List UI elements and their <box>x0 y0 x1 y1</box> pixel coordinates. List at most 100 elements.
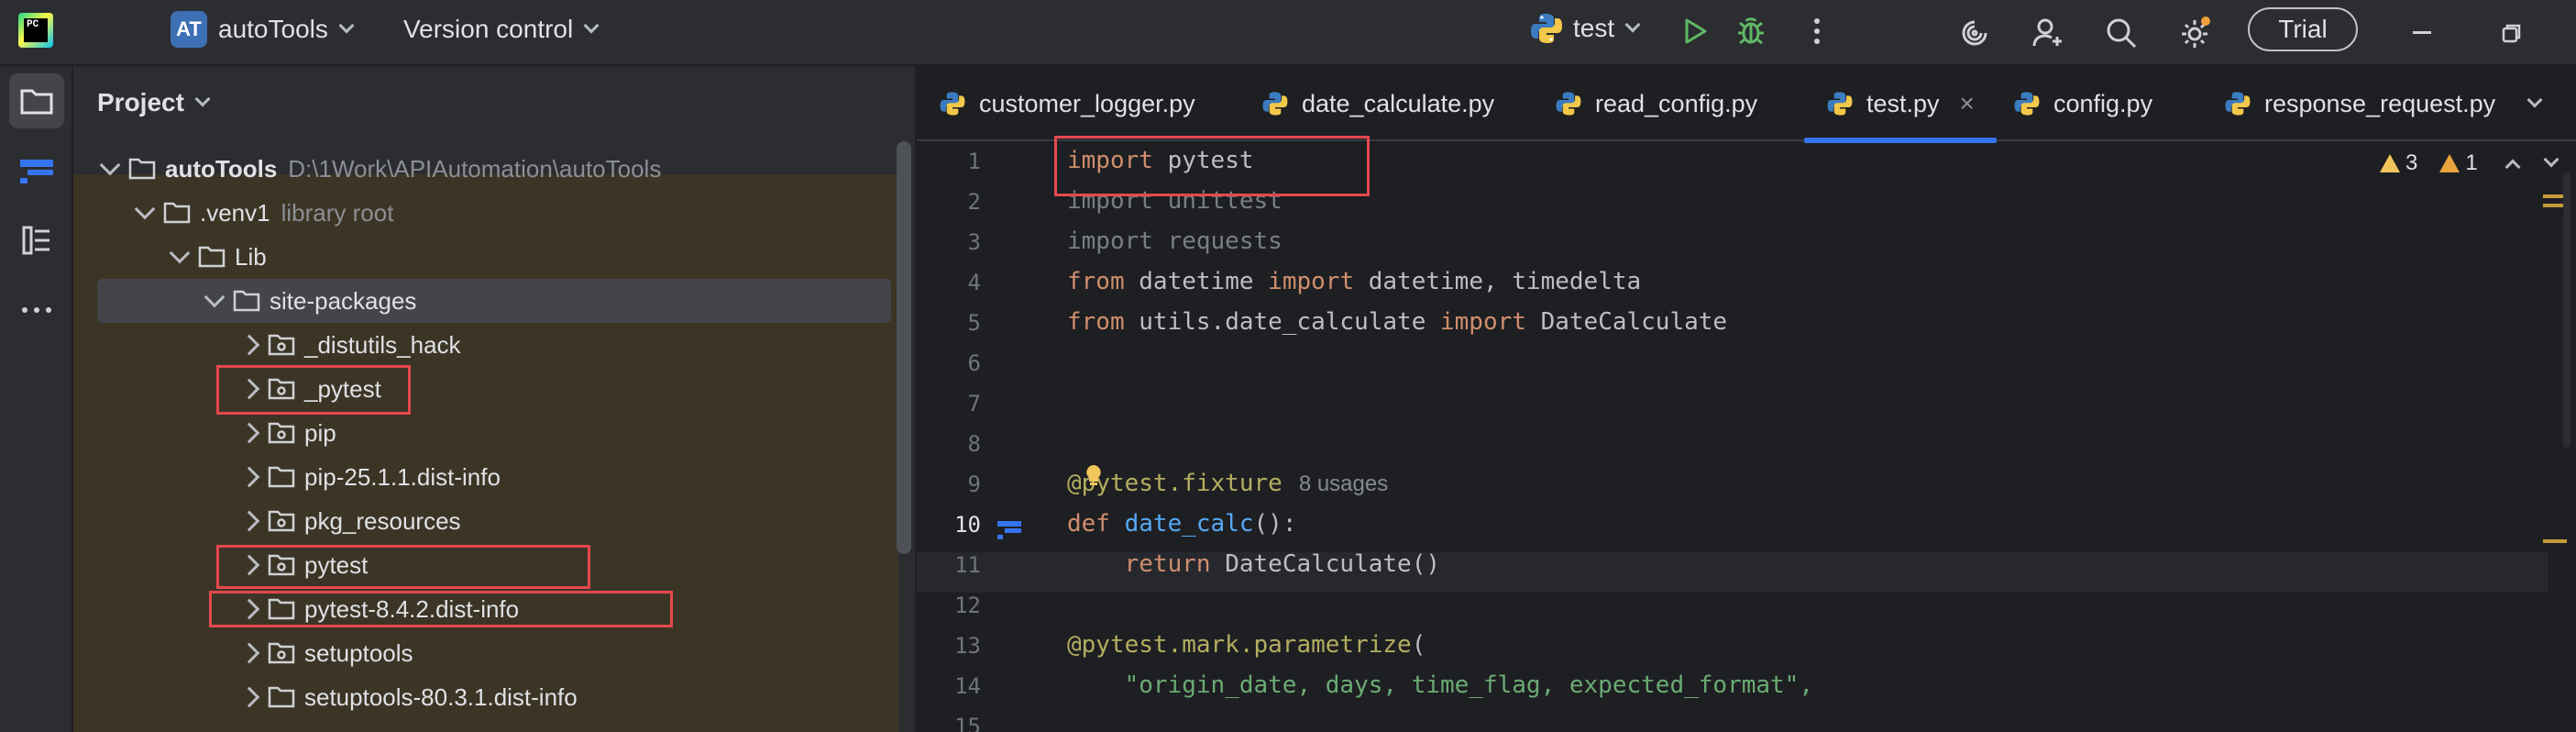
tree-label: pip-25.1.1.dist-info <box>304 462 501 491</box>
line-number: 15 <box>954 714 981 732</box>
chevron-right-icon[interactable] <box>238 510 260 532</box>
tab-date-calculate[interactable]: date_calculate.py <box>1261 66 1494 141</box>
next-highlight-icon[interactable] <box>2543 151 2559 168</box>
folder-icon <box>163 201 191 225</box>
tree-node-distutils-hack[interactable]: _distutils_hack <box>73 323 898 367</box>
project-tool-window: Project autoTools D:\1Work\APIAutomation… <box>73 66 915 732</box>
code-line-5[interactable]: from utils.date_calculate import DateCal… <box>1067 308 1727 336</box>
inspection-widget[interactable]: 3 1 <box>2380 150 2559 176</box>
tab-response-request[interactable]: response_request.py <box>2224 66 2495 141</box>
python-file-icon <box>2225 92 2251 116</box>
chevron-right-icon[interactable] <box>238 466 260 488</box>
fixture-usages-gutter-icon[interactable] <box>997 519 1023 541</box>
tab-config[interactable]: config.py <box>2013 66 2152 141</box>
tab-label: read_config.py <box>1595 89 1758 117</box>
version-control-menu[interactable]: Version control <box>403 15 600 44</box>
tree-node-pip-dist-info[interactable]: pip-25.1.1.dist-info <box>73 455 898 499</box>
run-icon[interactable] <box>1676 11 1716 51</box>
folder-icon <box>268 465 295 489</box>
restore-icon[interactable] <box>2490 11 2534 55</box>
tool-window-strip <box>0 66 73 732</box>
structure-tool-icon[interactable] <box>9 143 64 198</box>
tree-node-autotools[interactable]: autoTools D:\1Work\APIAutomation\autoToo… <box>73 147 898 191</box>
project-switcher[interactable]: autoTools <box>218 15 355 44</box>
chevron-down-icon[interactable] <box>2521 90 2548 117</box>
add-user-icon[interactable] <box>2026 11 2070 55</box>
tab-label: test.py <box>1866 89 1940 117</box>
chevron-down-icon <box>583 17 600 34</box>
annotation-box <box>1054 136 1370 196</box>
code-line-11[interactable]: return DateCalculate() <box>1067 550 1440 578</box>
chevron-down-icon <box>194 91 211 107</box>
project-badge[interactable]: AT <box>171 11 207 48</box>
weak-warning-icon <box>2439 154 2460 172</box>
lightbulb-icon[interactable] <box>1084 464 1103 486</box>
trial-button[interactable]: Trial <box>2248 7 2358 51</box>
line-number: 8 <box>967 431 981 457</box>
tree-label: setuptools <box>304 638 413 667</box>
chevron-down-icon[interactable] <box>204 286 226 308</box>
tree-scrollbar[interactable] <box>897 141 911 554</box>
tree-label: pkg_resources <box>304 506 461 535</box>
search-icon[interactable] <box>2099 11 2143 55</box>
project-tool-folder-icon[interactable] <box>9 73 64 128</box>
tree-node-underscore-pytest[interactable]: _pytest <box>73 367 898 411</box>
chevron-right-icon[interactable] <box>238 334 260 356</box>
chevron-down-icon[interactable] <box>99 154 121 176</box>
code-line-15[interactable]: "origin_date, days, time_flag, expected_… <box>1067 671 1813 699</box>
python-icon <box>1531 14 1562 43</box>
tree-label: pip <box>304 418 336 447</box>
more-tools-icon[interactable] <box>9 283 64 338</box>
chevron-right-icon[interactable] <box>238 686 260 708</box>
project-view-selector[interactable]: Project <box>97 88 211 117</box>
editor-area: customer_logger.py date_calculate.py rea… <box>915 66 2576 732</box>
close-icon[interactable]: × <box>1960 89 1975 118</box>
tree-node-pip[interactable]: pip <box>73 411 898 455</box>
tree-node-setuptools-dist-info[interactable]: setuptools-80.3.1.dist-info <box>73 675 898 719</box>
tab-customer-logger[interactable]: customer_logger.py <box>939 66 1195 141</box>
chevron-right-icon[interactable] <box>238 422 260 444</box>
line-number: 1 <box>967 149 981 174</box>
editor-scrollbar[interactable] <box>2563 172 2570 448</box>
tree-node-lib[interactable]: Lib <box>73 235 898 279</box>
tab-label: config.py <box>2053 89 2153 117</box>
tab-read-config[interactable]: read_config.py <box>1555 66 1757 141</box>
ai-assistant-icon[interactable] <box>1953 11 1997 55</box>
vcs-label: Version control <box>403 15 574 43</box>
panel-title: Project <box>97 88 184 116</box>
code-line-14[interactable]: @pytest.mark.parametrize( <box>1067 631 1426 659</box>
line-number: 12 <box>954 593 981 618</box>
previous-highlight-icon[interactable] <box>2504 159 2521 175</box>
tree-path-hint: D:\1Work\APIAutomation\autoTools <box>288 154 662 183</box>
more-actions-icon[interactable] <box>1797 11 1837 51</box>
chevron-down-icon[interactable] <box>134 198 156 220</box>
tree-node-setuptools[interactable]: setuptools <box>73 631 898 675</box>
line-number: 2 <box>967 189 981 215</box>
tab-label: customer_logger.py <box>979 89 1195 117</box>
tab-test-py[interactable]: test.py × <box>1804 66 1997 143</box>
warning-icon <box>2380 154 2400 172</box>
tree-node-venv1[interactable]: .venv1 library root <box>73 191 898 235</box>
project-name: autoTools <box>218 15 328 43</box>
run-config-name: test <box>1573 14 1615 42</box>
debug-icon[interactable] <box>1731 11 1771 51</box>
settings-gear-icon[interactable] <box>2173 11 2217 55</box>
tree-node-site-packages[interactable]: site-packages <box>97 279 891 323</box>
chevron-down-icon[interactable] <box>169 242 191 264</box>
annotation-box <box>216 545 590 589</box>
package-folder-icon <box>268 509 295 533</box>
tree-node-pkg-resources[interactable]: pkg_resources <box>73 499 898 543</box>
code-line-10[interactable]: def date_calc(): <box>1067 510 1296 538</box>
minimize-icon[interactable] <box>2400 11 2444 55</box>
main-menu-icon[interactable] <box>92 17 125 48</box>
python-file-icon <box>940 92 965 116</box>
code-line-9[interactable]: @pytest.fixture 8 usages <box>1067 470 1388 497</box>
code-line-4[interactable]: from datetime import datetime, timedelta <box>1067 268 1641 295</box>
line-number: 4 <box>967 270 981 295</box>
bookmarks-tool-icon[interactable] <box>9 213 64 268</box>
warning-stripe-marker[interactable] <box>2543 539 2567 543</box>
code-line-3[interactable]: import requests <box>1067 227 1282 255</box>
run-configuration-selector[interactable]: test <box>1529 11 1641 46</box>
line-number: 6 <box>967 350 981 376</box>
chevron-right-icon[interactable] <box>238 642 260 664</box>
